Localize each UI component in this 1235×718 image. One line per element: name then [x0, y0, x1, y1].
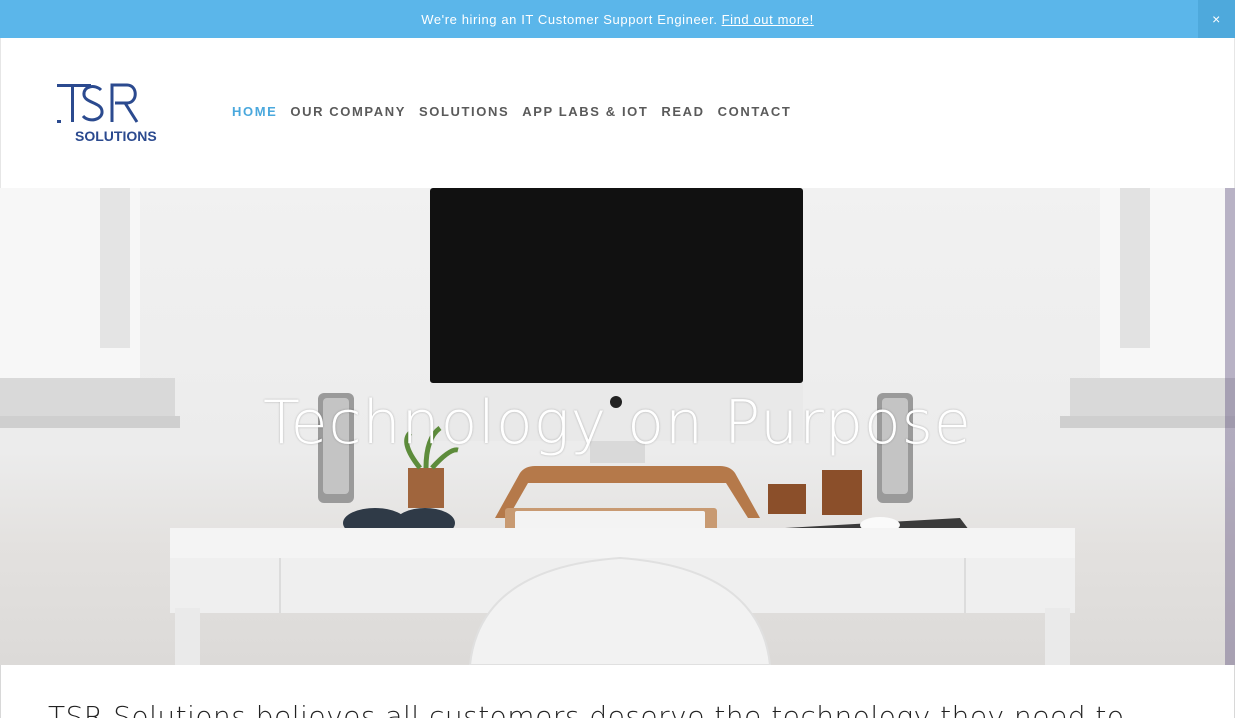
- nav-app-labs-iot[interactable]: APP LABS & IOT: [522, 104, 648, 119]
- site-header: SOLUTIONS HOME OUR COMPANY SOLUTIONS APP…: [0, 38, 1235, 188]
- frame-border-left: [0, 665, 1, 718]
- tsr-logo[interactable]: SOLUTIONS: [57, 82, 163, 144]
- main-nav: HOME OUR COMPANY SOLUTIONS APP LABS & IO…: [232, 104, 804, 119]
- close-announcement-button[interactable]: ×: [1198, 0, 1235, 38]
- monitor-screen: [430, 188, 803, 383]
- nav-home[interactable]: HOME: [232, 104, 277, 119]
- close-icon: ×: [1212, 11, 1221, 27]
- announcement-bar: We're hiring an IT Customer Support Engi…: [0, 0, 1235, 38]
- logo-subtitle: SOLUTIONS: [75, 128, 157, 144]
- hero-title: Technology on Purpose: [263, 388, 972, 458]
- announcement-text: We're hiring an IT Customer Support Engi…: [421, 11, 718, 27]
- intro-text: TSR Solutions believes all customers des…: [48, 700, 1125, 718]
- find-out-more-link[interactable]: Find out more!: [722, 12, 814, 27]
- hero-banner: Technology on Purpose: [0, 188, 1235, 665]
- nav-solutions[interactable]: SOLUTIONS: [419, 104, 509, 119]
- nav-contact[interactable]: CONTACT: [718, 104, 792, 119]
- nav-read[interactable]: READ: [661, 104, 704, 119]
- nav-our-company[interactable]: OUR COMPANY: [290, 104, 406, 119]
